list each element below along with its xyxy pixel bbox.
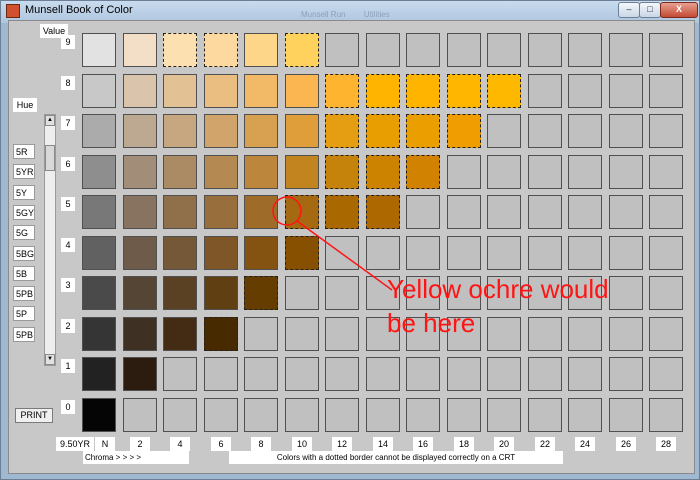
app-icon bbox=[6, 4, 20, 18]
app-window: Munsell Book of Color Munsell Run Utilit… bbox=[0, 0, 700, 480]
munsell-panel: Value 9876543210 Hue ▲ ▼ 5R 5YR 5Y 5GY 5G 5BG… bbox=[8, 20, 695, 474]
annotation-line-1: Yellow ochre would bbox=[387, 274, 609, 304]
window-title: Munsell Book of Color bbox=[25, 4, 133, 16]
annotation-arrow-line bbox=[296, 220, 393, 291]
annotation-overlay bbox=[272, 196, 393, 291]
background-taskbar-tabs: Munsell Run Utilities bbox=[301, 4, 571, 19]
title-bar[interactable]: Munsell Book of Color Munsell Run Utilit… bbox=[1, 1, 700, 19]
background-tab: Utilities bbox=[363, 10, 390, 19]
maximize-button[interactable]: □ bbox=[639, 2, 661, 18]
close-button[interactable]: X bbox=[660, 2, 698, 18]
background-tab: Munsell Run bbox=[301, 10, 346, 19]
minimize-button[interactable]: – bbox=[618, 2, 640, 18]
annotation-text: Yellow ochre would be here bbox=[387, 272, 609, 340]
highlight-circle bbox=[272, 196, 302, 226]
annotation-line-2: be here bbox=[387, 308, 476, 338]
